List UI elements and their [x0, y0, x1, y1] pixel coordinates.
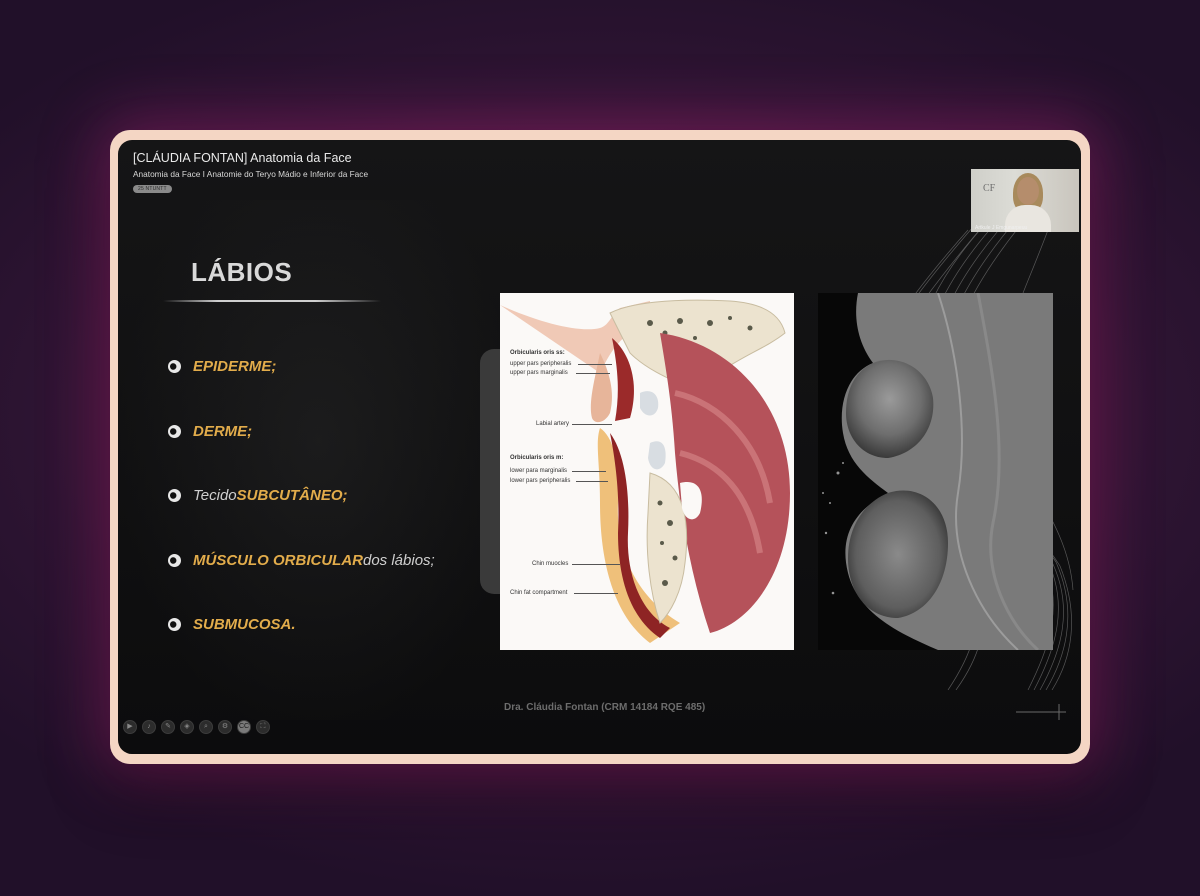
label-orbicularis-m: Orbicularis oris m:	[510, 455, 564, 461]
volume-icon[interactable]: ♪	[142, 720, 156, 734]
slide-title: LÁBIOS	[191, 257, 293, 287]
label-labial-artery: Labial artery	[536, 421, 570, 427]
leader-line	[572, 564, 620, 565]
video-subtitle: Anatomia da Face I Anatomie do Teryo Mád…	[133, 169, 369, 179]
zoom-icon[interactable]: ⌕	[199, 720, 213, 734]
crosshair-mark	[1016, 704, 1066, 720]
player-controls: ▶ ♪ ✎ ◈ ⌕ ⚙ CC ⛶	[123, 720, 270, 734]
bullet-icon	[168, 554, 181, 567]
video-player[interactable]: [CLÁUDIA FONTAN] Anatomia da Face Anatom…	[118, 140, 1081, 754]
video-title: [CLÁUDIA FONTAN] Anatomia da Face	[133, 151, 352, 165]
layers-icon[interactable]: ◈	[180, 720, 194, 734]
label-lower-peripheralis: lower pars peripheralis	[510, 478, 571, 484]
bullet-icon	[168, 489, 181, 502]
lesson-badge: 25 NTUNTT	[133, 185, 172, 193]
label-chin-fat: Chin fat compartment	[510, 590, 568, 596]
mri-scan-drawing	[822, 293, 1053, 650]
leader-line	[572, 471, 606, 472]
leader-line	[574, 593, 618, 594]
presenter-face	[1017, 177, 1039, 205]
label-chin-muscles: Chin muocles	[532, 561, 569, 567]
bullet-icon	[168, 425, 181, 438]
lip-anatomy-illustration: Orbicularis oris ss: upper pars peripher…	[500, 293, 794, 650]
label-lower-marginalis: lower para marginalis	[510, 468, 568, 474]
presenter-webcam[interactable]: CF Artkule J Emgunarpeuu	[971, 169, 1079, 232]
settings-icon[interactable]: ⚙	[218, 720, 232, 734]
slide-credit: Dra. Cláudia Fontan (CRM 14184 RQE 485)	[504, 702, 706, 713]
bullet-item: DERME;	[168, 423, 252, 440]
label-upper-marginalis: upper pars marginalis	[510, 370, 568, 376]
leader-line	[576, 481, 608, 482]
webcam-logo: CF	[983, 183, 996, 194]
webcam-caption: Artkule J Emgunarpeuu	[975, 225, 1028, 231]
title-underline	[163, 300, 381, 302]
bullet-icon	[168, 360, 181, 373]
label-upper-peripheralis: upper pars peripheralis	[510, 361, 572, 367]
bullet-item: SUBMUCOSA.	[168, 616, 296, 633]
pen-icon[interactable]: ✎	[161, 720, 175, 734]
bullet-item: EPIDERME;	[168, 358, 276, 375]
fullscreen-icon[interactable]: ⛶	[256, 720, 270, 734]
leader-line	[576, 373, 610, 374]
leader-line	[578, 364, 612, 365]
bullet-icon	[168, 618, 181, 631]
subtitles-icon[interactable]: CC	[237, 720, 251, 734]
leader-line	[572, 424, 612, 425]
label-orbicularis-s: Orbicularis oris ss:	[510, 350, 565, 356]
mri-ultrasound-image	[818, 293, 1053, 650]
play-icon[interactable]: ▶	[123, 720, 137, 734]
bullet-item: MÚSCULO ORBICULAR dos lábios;	[168, 552, 435, 569]
background-glow	[118, 200, 538, 720]
bullet-item: Tecido SUBCUTÂNEO;	[168, 487, 348, 504]
